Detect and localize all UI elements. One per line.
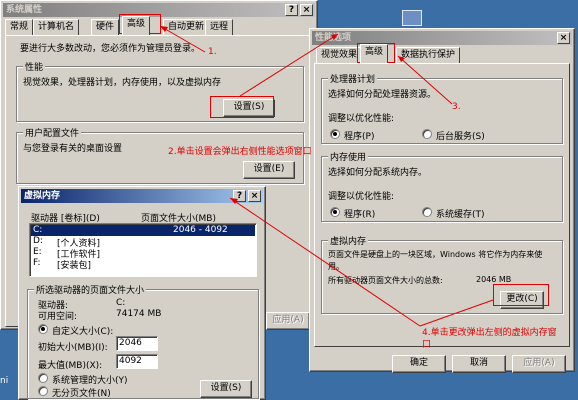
user-profile-desc: 与您登录有关的桌面设置 <box>23 144 123 154</box>
mem-desc: 选择如何分配系统内存。 <box>328 168 428 178</box>
no-pagefile-label[interactable]: 无分页文件(N) <box>52 386 111 399</box>
annotation-step4-line1: 4.单击更改弹出左侧的虚拟内存窗 <box>422 328 557 338</box>
tab-visual-effects[interactable]: 视觉效果 <box>316 47 363 64</box>
space-field-value: 74174 MB <box>116 309 162 319</box>
mem-programs-label[interactable]: 程序(R) <box>344 207 375 220</box>
space-field-label: 可用空间: <box>38 312 78 322</box>
drive-letter: D: <box>33 236 43 246</box>
system-managed-radio[interactable] <box>38 373 48 383</box>
memory-usage-group: 内存使用 选择如何分配系统内存。 调整以优化性能: 程序(R) 系统缓存(T) <box>321 150 563 222</box>
selected-drive-group: 所选驱动器的页面文件大小 驱动器: C: 可用空间: 74174 MB 自定义大… <box>27 283 259 399</box>
tab-hardware[interactable]: 硬件 <box>91 19 120 36</box>
custom-size-radio[interactable] <box>38 324 48 334</box>
apply-button[interactable]: 应用(A) <box>266 312 310 330</box>
memory-usage-label: 内存使用 <box>328 150 369 163</box>
max-size-input[interactable]: 4092 <box>116 354 158 369</box>
performance-options-titlebar[interactable]: 性能选项 × <box>312 31 572 45</box>
close-button[interactable]: × <box>300 4 313 16</box>
cpu-adjust-label: 调整以优化性能: <box>328 114 395 124</box>
annotation-step3: 3. <box>452 102 461 112</box>
tab-advanced[interactable]: 高级 <box>122 16 151 35</box>
virtual-memory-window: 虚拟内存 ? × 驱动器 [卷标](D) 页面文件大小(MB) C: 2046 … <box>18 186 266 400</box>
cpu-scheduling-label: 处理器计划 <box>328 72 378 85</box>
system-managed-label[interactable]: 系统管理的大小(Y) <box>52 373 128 386</box>
max-size-label: 最大值(MB)(X): <box>38 361 103 371</box>
drive-row-e[interactable]: E: [工作软件] <box>31 247 255 260</box>
drive-size: 2046 - 4092 <box>173 225 228 235</box>
user-profile-settings-button[interactable]: 设置(E) <box>243 161 295 179</box>
drive-letter: E: <box>33 247 42 257</box>
tab-auto-update[interactable]: 自动更新 <box>163 19 210 36</box>
admin-notice: 要进行大多数改动，您必须作为管理员登录。 <box>20 44 201 54</box>
cpu-scheduling-group: 处理器计划 选择如何分配处理器资源。 调整以优化性能: 程序(P) 后台服务(S… <box>321 72 563 144</box>
tab-computer-name[interactable]: 计算机名 <box>33 19 80 36</box>
vmem-total-value: 2046 MB <box>476 275 512 284</box>
tab-general[interactable]: 常规 <box>5 19 34 36</box>
performance-desc: 视觉效果，处理器计划，内存使用，以及虚拟内存 <box>23 78 222 88</box>
user-profile-label: 用户配置文件 <box>23 126 82 139</box>
initial-size-input[interactable]: 2046 <box>116 336 158 351</box>
virtual-memory-titlebar[interactable]: 虚拟内存 ? × <box>21 189 263 203</box>
tab-dep[interactable]: 数据执行保护 <box>396 47 461 64</box>
set-button[interactable]: 设置(S) <box>200 380 252 398</box>
window-title: 虚拟内存 <box>24 191 61 201</box>
apply-button[interactable]: 应用(A) <box>512 355 566 373</box>
help-button[interactable]: ? <box>233 190 246 202</box>
help-button[interactable]: ? <box>285 4 298 16</box>
mem-adjust-label: 调整以优化性能: <box>328 192 395 202</box>
user-profile-group: 用户配置文件 与您登录有关的桌面设置 设置(E) <box>16 126 304 184</box>
cpu-background-radio[interactable] <box>422 129 432 139</box>
desktop-icon[interactable] <box>402 10 422 26</box>
drive-letter: C: <box>33 225 43 235</box>
drive-row-d[interactable]: D: [个人资料] <box>31 236 255 249</box>
drive-row-f[interactable]: F: [安装包] <box>31 258 255 271</box>
highlight-change-button <box>493 284 549 306</box>
drive-list[interactable]: C: 2046 - 4092 D: [个人资料] E: [工作软件] F: [安… <box>29 223 257 277</box>
initial-size-label: 初始大小(MB)(I): <box>38 343 108 353</box>
vmem-desc-line2: 用。 <box>328 262 344 271</box>
performance-label: 性能 <box>23 60 46 73</box>
mem-programs-radio[interactable] <box>330 207 340 217</box>
tab-advanced[interactable]: 高级 <box>360 44 389 63</box>
drive-volume-label: [安装包] <box>57 261 92 271</box>
ok-button[interactable]: 确定 <box>392 355 446 373</box>
mem-cache-label[interactable]: 系统缓存(T) <box>436 207 485 220</box>
cpu-desc: 选择如何分配处理器资源。 <box>328 90 437 100</box>
virtual-memory-label: 虚拟内存 <box>328 234 369 247</box>
drive-letter: F: <box>33 258 41 268</box>
annotation-step1: 1. <box>208 47 217 57</box>
cpu-background-label[interactable]: 后台服务(S) <box>436 129 485 142</box>
drive-row-c[interactable]: C: 2046 - 4092 <box>31 225 255 236</box>
cancel-button[interactable]: 取消 <box>452 355 506 373</box>
tab-remote[interactable]: 远程 <box>205 19 234 36</box>
drive-field-value: C: <box>116 298 126 308</box>
vmem-desc-line1: 页面文件是硬盘上的一块区域，Windows 将它作为内存来使 <box>328 250 543 259</box>
mem-cache-radio[interactable] <box>422 207 432 217</box>
custom-size-label[interactable]: 自定义大小(C): <box>52 324 113 337</box>
highlight-performance-settings <box>210 96 274 118</box>
cpu-programs-radio[interactable] <box>330 129 340 139</box>
cpu-programs-label[interactable]: 程序(P) <box>344 129 374 142</box>
close-button[interactable]: × <box>248 190 261 202</box>
performance-options-window: 性能选项 × 视觉效果 高级 数据执行保护 处理器计划 选择如何分配处理器资源。… <box>309 28 575 373</box>
vmem-total-label: 所有驱动器页面文件大小的总数: <box>328 276 443 285</box>
window-title: 系统属性 <box>6 5 43 15</box>
selected-drive-label: 所选驱动器的页面文件大小 <box>34 283 147 296</box>
annotation-step4-line2: 口 <box>422 340 432 350</box>
window-title: 性能选项 <box>315 33 352 43</box>
desktop-label-small: ni <box>0 376 9 386</box>
no-pagefile-radio[interactable] <box>38 386 48 396</box>
close-button[interactable]: × <box>557 32 570 44</box>
annotation-step2: 2.单击设置会弹出右侧性能选项窗口 <box>168 147 312 157</box>
